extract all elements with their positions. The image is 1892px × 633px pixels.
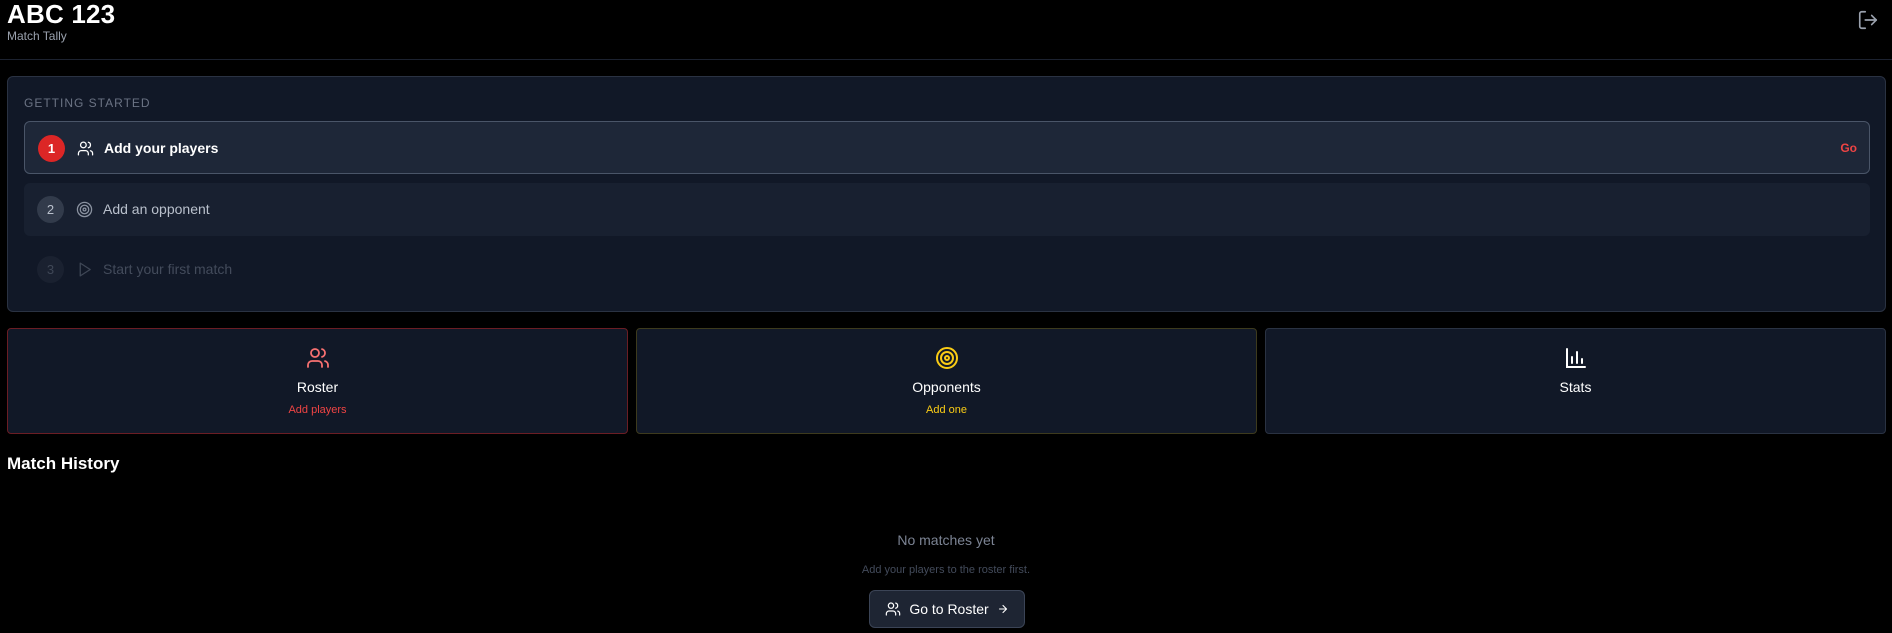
users-icon — [77, 140, 94, 157]
step-label: Add an opponent — [103, 201, 210, 217]
tile-title: Roster — [296, 379, 339, 395]
step-add-players[interactable]: 1 Add your players Go — [24, 121, 1870, 174]
tile-title: Stats — [1559, 379, 1592, 395]
go-to-roster-button[interactable]: Go to Roster — [869, 590, 1025, 628]
tile-title: Opponents — [912, 379, 981, 395]
go-link[interactable]: Go — [1840, 141, 1857, 155]
getting-started-card: GETTING STARTED 1 Add your players Go 2 … — [7, 76, 1886, 312]
step-label: Add your players — [104, 140, 219, 156]
roster-tile[interactable]: Roster Add players — [7, 328, 628, 434]
empty-state-subtitle: Add your players to the roster first. — [861, 564, 1031, 576]
app-header: ABC 123 Match Tally — [0, 0, 1892, 60]
users-icon — [885, 601, 901, 617]
step-number: 3 — [37, 256, 64, 283]
step-label: Start your first match — [103, 261, 233, 277]
empty-state-title: No matches yet — [897, 532, 995, 548]
app-title: ABC 123 — [7, 0, 116, 29]
play-icon — [76, 261, 93, 278]
users-icon — [306, 346, 330, 370]
target-icon — [935, 346, 959, 370]
bar-chart-icon — [1564, 346, 1588, 370]
section-label: GETTING STARTED — [24, 96, 151, 110]
step-add-opponent[interactable]: 2 Add an opponent — [24, 183, 1870, 236]
logout-icon[interactable] — [1857, 9, 1879, 31]
opponents-tile[interactable]: Opponents Add one — [636, 328, 1257, 434]
tile-subtitle: Add one — [926, 404, 967, 416]
step-start-match: 3 Start your first match — [24, 243, 1870, 296]
match-history-title: Match History — [7, 454, 120, 473]
step-number: 2 — [37, 196, 64, 223]
app-subtitle: Match Tally — [7, 29, 67, 43]
tile-subtitle: Add players — [288, 404, 347, 416]
target-icon — [76, 201, 93, 218]
step-number: 1 — [38, 135, 65, 162]
arrow-right-icon — [997, 603, 1009, 615]
button-label: Go to Roster — [909, 601, 989, 617]
stats-tile[interactable]: Stats — [1265, 328, 1886, 434]
